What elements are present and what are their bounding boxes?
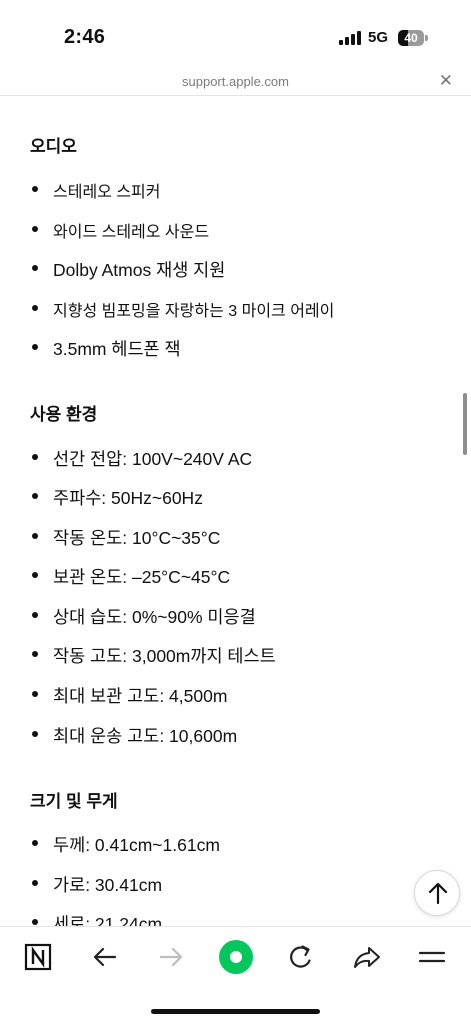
list-item: 작동 고도: 3,000m까지 테스트 (32, 643, 276, 668)
url-domain[interactable]: support.apple.com (0, 74, 471, 89)
status-time: 2:46 (64, 26, 106, 48)
section-title-audio: 오디오 (30, 137, 77, 156)
page-content: 오디오 스테레오 스피커 와이드 스테레오 사운드 Dolby Atmos 재생… (0, 96, 471, 926)
battery-percent: 40 (404, 31, 418, 45)
list-item: 보관 온도: –25°C~45°C (31, 564, 230, 589)
green-home-icon[interactable] (216, 938, 256, 974)
list-item: 작동 온도: 10°C~35°C (31, 525, 220, 550)
naver-logo-icon[interactable] (18, 939, 58, 975)
network-type: 5G (368, 29, 389, 46)
section-title-size-weight: 크기 및 무게 (30, 792, 118, 811)
url-bar[interactable]: support.apple.com ✕ (0, 68, 471, 96)
list-item: 상대 습도: 0%~90% 미응결 (32, 604, 256, 629)
forward-arrow-icon[interactable] (151, 939, 191, 975)
list-item: 최대 보관 고도: 4,500m (31, 683, 227, 708)
section-title-environment: 사용 환경 (30, 405, 98, 424)
list-item: 3.5mm 헤드폰 잭 (32, 336, 181, 361)
back-arrow-icon[interactable] (85, 939, 125, 975)
list-item: 와이드 스테레오 사운드 (31, 218, 209, 242)
list-item: 세로: 21.24cm (31, 911, 162, 926)
list-item: 스테레오 스피커 (32, 178, 161, 202)
list-item: 지향성 빔포밍을 자랑하는 3 마이크 어레이 (31, 297, 334, 321)
list-item: 선간 전압: 100V~240V AC (31, 446, 252, 471)
cellular-signal-icon (339, 31, 361, 45)
list-item: 가로: 30.41cm (31, 872, 162, 897)
list-item: 두께: 0.41cm~1.61cm (32, 832, 220, 857)
list-item: 최대 운송 고도: 10,600m (31, 723, 237, 748)
bottom-toolbar (0, 926, 471, 1024)
list-item: 주파수: 50Hz~60Hz (32, 485, 203, 510)
list-item: Dolby Atmos 재생 지원 (31, 257, 225, 282)
battery-icon: 40 (398, 30, 428, 46)
close-icon[interactable]: ✕ (439, 71, 453, 91)
scroll-to-top-button[interactable] (414, 870, 460, 916)
scrollbar[interactable] (463, 393, 467, 455)
status-bar: 2:46 5G 40 (0, 0, 471, 70)
arrow-up-icon (428, 882, 448, 905)
home-indicator[interactable] (151, 1009, 320, 1014)
menu-icon[interactable] (412, 939, 452, 975)
reload-icon[interactable] (281, 939, 321, 975)
share-icon[interactable] (347, 939, 387, 975)
